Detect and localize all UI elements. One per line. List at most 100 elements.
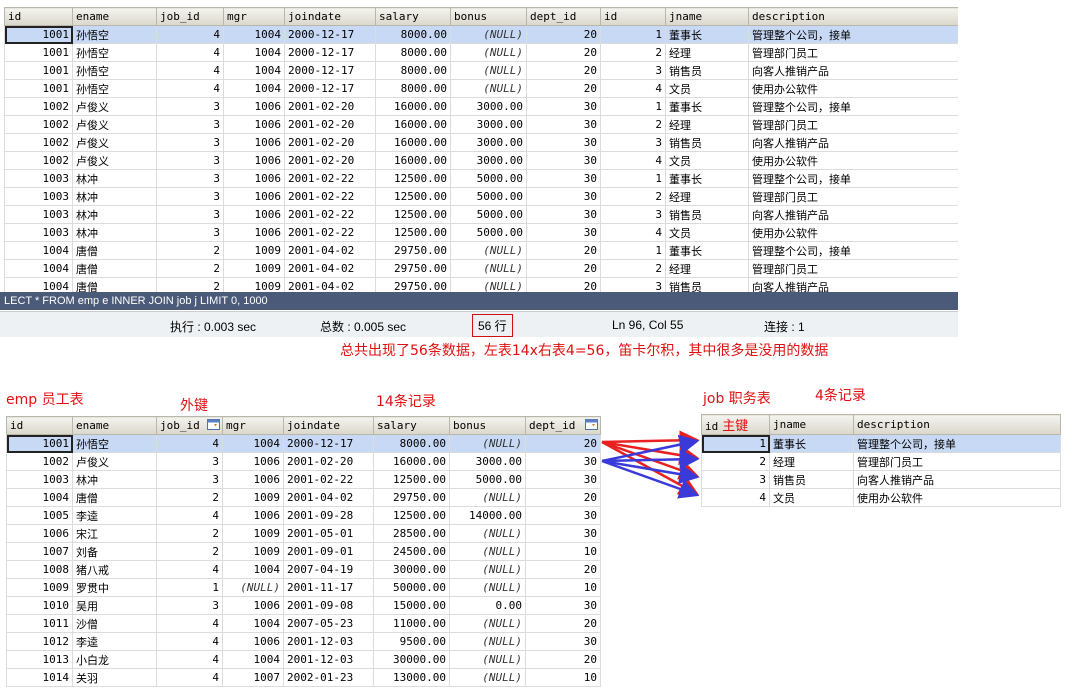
cell-job_id[interactable]: 3 — [156, 223, 224, 242]
column-header-description[interactable]: description — [748, 7, 958, 26]
column-header-bonus[interactable]: bonus — [450, 7, 527, 26]
cell-mgr[interactable]: 1007 — [222, 668, 284, 687]
cell-job_id[interactable]: 3 — [156, 452, 223, 471]
cell-id[interactable]: 1004 — [4, 241, 73, 260]
cell-ename[interactable]: 李逵 — [72, 632, 157, 651]
cell-bonus[interactable]: (NULL) — [449, 434, 526, 453]
cell-jname[interactable]: 董事长 — [769, 434, 854, 453]
cell-joindate[interactable]: 2000-12-17 — [284, 79, 376, 98]
cell-mgr[interactable]: 1006 — [223, 187, 285, 206]
column-header-joindate[interactable]: joindate — [283, 416, 374, 435]
cell-job_id[interactable]: 4 — [156, 79, 224, 98]
cell-salary[interactable]: 11000.00 — [373, 614, 450, 633]
result-grid[interactable]: id ename job_id mgr joindate salary bonus dept_… — [4, 7, 958, 292]
cell-mgr[interactable]: 1004 — [223, 61, 285, 80]
cell-bonus[interactable]: (NULL) — [449, 632, 526, 651]
column-header-jname[interactable]: jname — [769, 414, 854, 435]
cell-id[interactable]: 3 — [600, 205, 666, 224]
cell-mgr[interactable]: 1004 — [223, 43, 285, 62]
cell-description[interactable]: 管理整个公司，接单 — [748, 25, 958, 44]
cell-joindate[interactable]: 2000-12-17 — [283, 434, 374, 453]
cell-id[interactable]: 1007 — [6, 542, 73, 561]
cell-dept_id[interactable]: 10 — [525, 578, 601, 597]
cell-job_id[interactable]: 4 — [156, 43, 224, 62]
column-header-salary[interactable]: salary — [373, 416, 450, 435]
cell-mgr[interactable]: 1009 — [223, 259, 285, 278]
cell-mgr[interactable]: 1006 — [223, 97, 285, 116]
cell-bonus[interactable]: 3000.00 — [450, 133, 527, 152]
cell-salary[interactable]: 9500.00 — [373, 632, 450, 651]
cell-bonus[interactable]: (NULL) — [450, 79, 527, 98]
cell-joindate[interactable]: 2001-02-22 — [284, 187, 376, 206]
cell-id[interactable]: 1013 — [6, 650, 73, 669]
cell-job_id[interactable]: 4 — [156, 560, 223, 579]
cell-job_id[interactable]: 2 — [156, 524, 223, 543]
cell-joindate[interactable]: 2007-05-23 — [283, 614, 374, 633]
cell-jname[interactable]: 销售员 — [665, 277, 749, 292]
table-row[interactable]: 1010 吴用 3 1006 2001-09-08 15000.00 0.00 30 — [6, 596, 601, 615]
cell-joindate[interactable]: 2001-04-02 — [284, 277, 376, 292]
cell-id[interactable]: 4 — [701, 488, 770, 507]
cell-salary[interactable]: 8000.00 — [375, 25, 451, 44]
table-row[interactable]: 4 文员 使用办公软件 — [701, 488, 1061, 507]
cell-salary[interactable]: 13000.00 — [373, 668, 450, 687]
cell-dept_id[interactable]: 30 — [525, 506, 601, 525]
cell-dept_id[interactable]: 10 — [525, 668, 601, 687]
cell-job_id[interactable]: 3 — [156, 205, 224, 224]
cell-job_id[interactable]: 3 — [156, 151, 224, 170]
table-row[interactable]: 1009 罗贯中 1 (NULL) 2001-11-17 50000.00 (NULL) 10 — [6, 578, 601, 597]
cell-mgr[interactable]: 1006 — [223, 133, 285, 152]
cell-mgr[interactable]: 1009 — [222, 488, 284, 507]
cell-salary[interactable]: 29750.00 — [375, 241, 451, 260]
cell-ename[interactable]: 小白龙 — [72, 650, 157, 669]
cell-joindate[interactable]: 2000-12-17 — [284, 25, 376, 44]
cell-id[interactable]: 1001 — [4, 43, 73, 62]
table-row[interactable]: 1002 卢俊义 3 1006 2001-02-20 16000.00 3000.00 30 — [6, 452, 601, 471]
cell-dept_id[interactable]: 20 — [526, 61, 601, 80]
cell-id[interactable]: 1004 — [4, 277, 73, 292]
column-header-dept_id[interactable]: dept_id — [525, 416, 601, 435]
cell-id[interactable]: 1012 — [6, 632, 73, 651]
cell-ename[interactable]: 孙悟空 — [72, 61, 157, 80]
cell-dept_id[interactable]: 20 — [525, 488, 601, 507]
cell-id[interactable]: 1 — [600, 25, 666, 44]
cell-joindate[interactable]: 2001-04-02 — [284, 259, 376, 278]
cell-id[interactable]: 1003 — [4, 169, 73, 188]
cell-bonus[interactable]: (NULL) — [449, 524, 526, 543]
cell-ename[interactable]: 猪八戒 — [72, 560, 157, 579]
cell-salary[interactable]: 12500.00 — [373, 470, 450, 489]
cell-salary[interactable]: 50000.00 — [373, 578, 450, 597]
cell-ename[interactable]: 孙悟空 — [72, 43, 157, 62]
cell-job_id[interactable]: 3 — [156, 596, 223, 615]
cell-bonus[interactable]: 3000.00 — [450, 97, 527, 116]
cell-description[interactable]: 管理部门员工 — [748, 115, 958, 134]
cell-joindate[interactable]: 2001-02-20 — [284, 133, 376, 152]
cell-id[interactable]: 1011 — [6, 614, 73, 633]
cell-bonus[interactable]: 5000.00 — [449, 470, 526, 489]
column-header-ename[interactable]: ename — [72, 7, 157, 26]
cell-salary[interactable]: 28500.00 — [373, 524, 450, 543]
cell-salary[interactable]: 15000.00 — [373, 596, 450, 615]
cell-description[interactable]: 管理整个公司，接单 — [748, 97, 958, 116]
cell-dept_id[interactable]: 20 — [525, 434, 601, 453]
cell-id[interactable]: 1001 — [4, 25, 73, 44]
cell-id[interactable]: 2 — [600, 115, 666, 134]
column-header-dept_id[interactable]: dept_id — [526, 7, 601, 26]
cell-id[interactable]: 3 — [600, 277, 666, 292]
cell-bonus[interactable]: 5000.00 — [450, 187, 527, 206]
cell-ename[interactable]: 林冲 — [72, 470, 157, 489]
cell-job_id[interactable]: 3 — [156, 133, 224, 152]
cell-joindate[interactable]: 2001-12-03 — [283, 632, 374, 651]
cell-job_id[interactable]: 2 — [156, 241, 224, 260]
cell-id[interactable]: 1008 — [6, 560, 73, 579]
cell-jname[interactable]: 董事长 — [665, 25, 749, 44]
cell-bonus[interactable]: (NULL) — [450, 259, 527, 278]
cell-joindate[interactable]: 2001-11-17 — [283, 578, 374, 597]
cell-joindate[interactable]: 2001-02-20 — [283, 452, 374, 471]
cell-description[interactable]: 使用办公软件 — [748, 151, 958, 170]
cell-dept_id[interactable]: 30 — [525, 470, 601, 489]
cell-id[interactable]: 2 — [600, 259, 666, 278]
cell-bonus[interactable]: (NULL) — [450, 277, 527, 292]
column-header-job_id[interactable]: job_id — [156, 416, 223, 435]
column-header-bonus[interactable]: bonus — [449, 416, 526, 435]
